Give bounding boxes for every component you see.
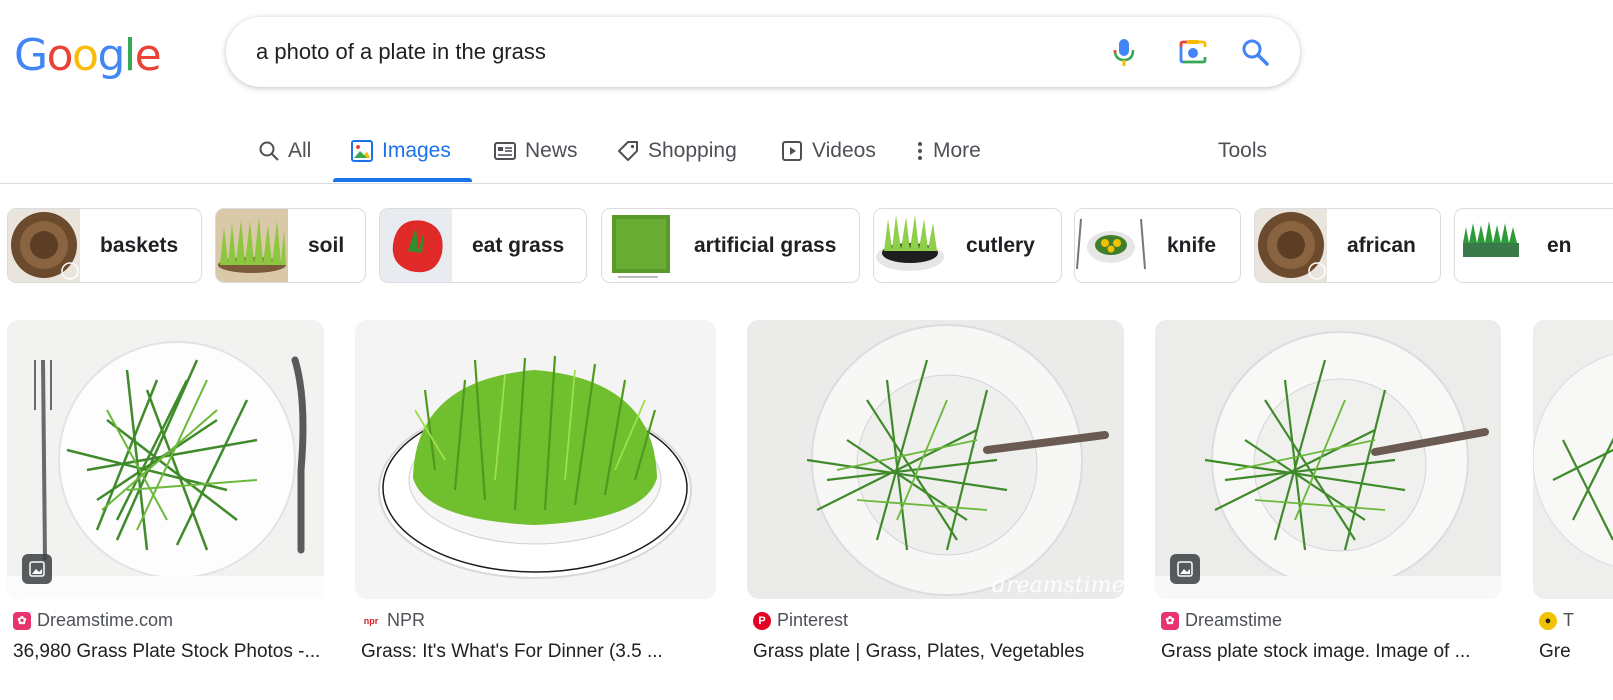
result-source[interactable]: ✿ Dreamstime.com: [13, 610, 173, 631]
result-title[interactable]: Grass plate | Grass, Plates, Vegetables: [753, 641, 1129, 663]
tab-label: Images: [382, 138, 451, 162]
image-result[interactable]: ✿ Dreamstime.com 36,980 Grass Plate Stoc…: [7, 320, 325, 662]
tab-news[interactable]: News: [489, 118, 582, 183]
image-result[interactable]: ✿ Dreamstime Grass plate stock image. Im…: [1155, 320, 1502, 662]
source-name: T: [1563, 610, 1574, 630]
search-icon: [259, 141, 279, 161]
image-badge-icon: [22, 554, 52, 584]
chip-thumbnail: [8, 209, 80, 282]
chip-thumbnail: [1075, 209, 1147, 282]
chip-label: baskets: [100, 233, 179, 257]
chip-soil[interactable]: soil: [215, 208, 366, 283]
tab-label: News: [525, 138, 578, 162]
tab-label: All: [288, 138, 312, 162]
chip-label: en: [1547, 233, 1572, 257]
chip-label: cutlery: [966, 233, 1035, 257]
result-thumbnail[interactable]: [1533, 320, 1613, 599]
pinterest-favicon-icon: P: [753, 611, 771, 630]
play-icon: [782, 140, 802, 161]
search-box: [226, 17, 1300, 87]
chip-thumbnail: [380, 209, 452, 282]
chip-label: eat grass: [472, 233, 565, 257]
tab-all[interactable]: All: [254, 118, 315, 183]
site-favicon-icon: ●: [1539, 611, 1557, 630]
search-input[interactable]: [256, 37, 1076, 67]
active-tab-indicator: [333, 178, 472, 182]
chip-baskets[interactable]: baskets: [7, 208, 202, 283]
search-icon[interactable]: [1238, 35, 1272, 69]
chip-en[interactable]: en: [1454, 208, 1613, 283]
source-name: Pinterest: [777, 610, 849, 630]
tab-label: Videos: [812, 138, 876, 162]
chip-african[interactable]: african: [1254, 208, 1441, 283]
result-title[interactable]: Grass: It's What's For Dinner (3.5 ...: [361, 641, 721, 663]
result-title[interactable]: 36,980 Grass Plate Stock Photos -...: [13, 641, 328, 663]
tag-icon: [618, 140, 638, 161]
chip-label: african: [1347, 233, 1416, 257]
chip-thumbnail: [1255, 209, 1327, 282]
chip-eat-grass[interactable]: eat grass: [379, 208, 587, 283]
chip-thumbnail: [874, 209, 946, 282]
google-logo[interactable]: Google: [14, 30, 162, 82]
logo-letter: o: [46, 30, 74, 81]
more-vert-icon: [918, 141, 922, 160]
result-source[interactable]: ● T: [1539, 610, 1574, 631]
image-result[interactable]: dreamstime P Pinterest Grass plate | Gra…: [747, 320, 1125, 662]
chip-thumbnail: [602, 209, 674, 282]
result-source[interactable]: npr NPR: [361, 610, 425, 631]
chip-knife[interactable]: knife: [1074, 208, 1241, 283]
camera-icon[interactable]: [1176, 35, 1210, 69]
source-name: Dreamstime.com: [37, 610, 174, 630]
image-result[interactable]: ● T Gre: [1533, 320, 1613, 700]
dreamstime-favicon-icon: ✿: [1161, 611, 1179, 630]
logo-letter: g: [97, 30, 125, 81]
svg-text:dreamstime: dreamstime: [992, 573, 1124, 598]
refinement-chips: baskets soil eat grass artificial grass …: [0, 208, 1613, 284]
tab-images[interactable]: Images: [346, 118, 455, 183]
chip-thumbnail: [1455, 209, 1527, 282]
logo-letter: G: [14, 30, 48, 81]
logo-letter: e: [134, 30, 162, 81]
chip-label: artificial grass: [694, 233, 837, 257]
news-icon: [494, 141, 516, 160]
logo-letter: l: [123, 30, 136, 81]
result-title[interactable]: Grass plate stock image. Image of ...: [1161, 641, 1506, 663]
dreamstime-favicon-icon: ✿: [13, 611, 31, 630]
result-thumbnail[interactable]: [355, 320, 716, 599]
image-result[interactable]: npr NPR Grass: It's What's For Dinner (3…: [355, 320, 717, 662]
tools-button[interactable]: Tools: [1218, 118, 1267, 183]
source-name: Dreamstime: [1185, 610, 1283, 630]
tab-more[interactable]: More: [911, 118, 985, 183]
result-thumbnail[interactable]: dreamstime: [747, 320, 1124, 599]
result-thumbnail[interactable]: [1155, 320, 1501, 599]
result-thumbnail[interactable]: [7, 320, 324, 599]
chip-thumbnail: [216, 209, 288, 282]
tab-videos[interactable]: Videos: [776, 118, 880, 183]
search-tabs: All Images News Shopping Videos More Too…: [0, 118, 1613, 184]
result-source[interactable]: ✿ Dreamstime: [1161, 610, 1282, 631]
chip-label: knife: [1167, 233, 1217, 257]
result-source[interactable]: P Pinterest: [753, 610, 848, 631]
image-icon: [351, 139, 373, 162]
source-name: NPR: [387, 610, 426, 630]
chip-artificial-grass[interactable]: artificial grass: [601, 208, 860, 283]
tab-shopping[interactable]: Shopping: [612, 118, 741, 183]
image-badge-icon: [1170, 554, 1200, 584]
tab-label: More: [933, 138, 981, 162]
result-title[interactable]: Gre: [1539, 641, 1613, 663]
tab-label: Shopping: [648, 138, 737, 162]
chip-cutlery[interactable]: cutlery: [873, 208, 1062, 283]
npr-favicon-icon: npr: [361, 611, 381, 630]
microphone-icon[interactable]: [1107, 35, 1141, 69]
logo-letter: o: [72, 30, 99, 81]
chip-label: soil: [308, 233, 345, 257]
